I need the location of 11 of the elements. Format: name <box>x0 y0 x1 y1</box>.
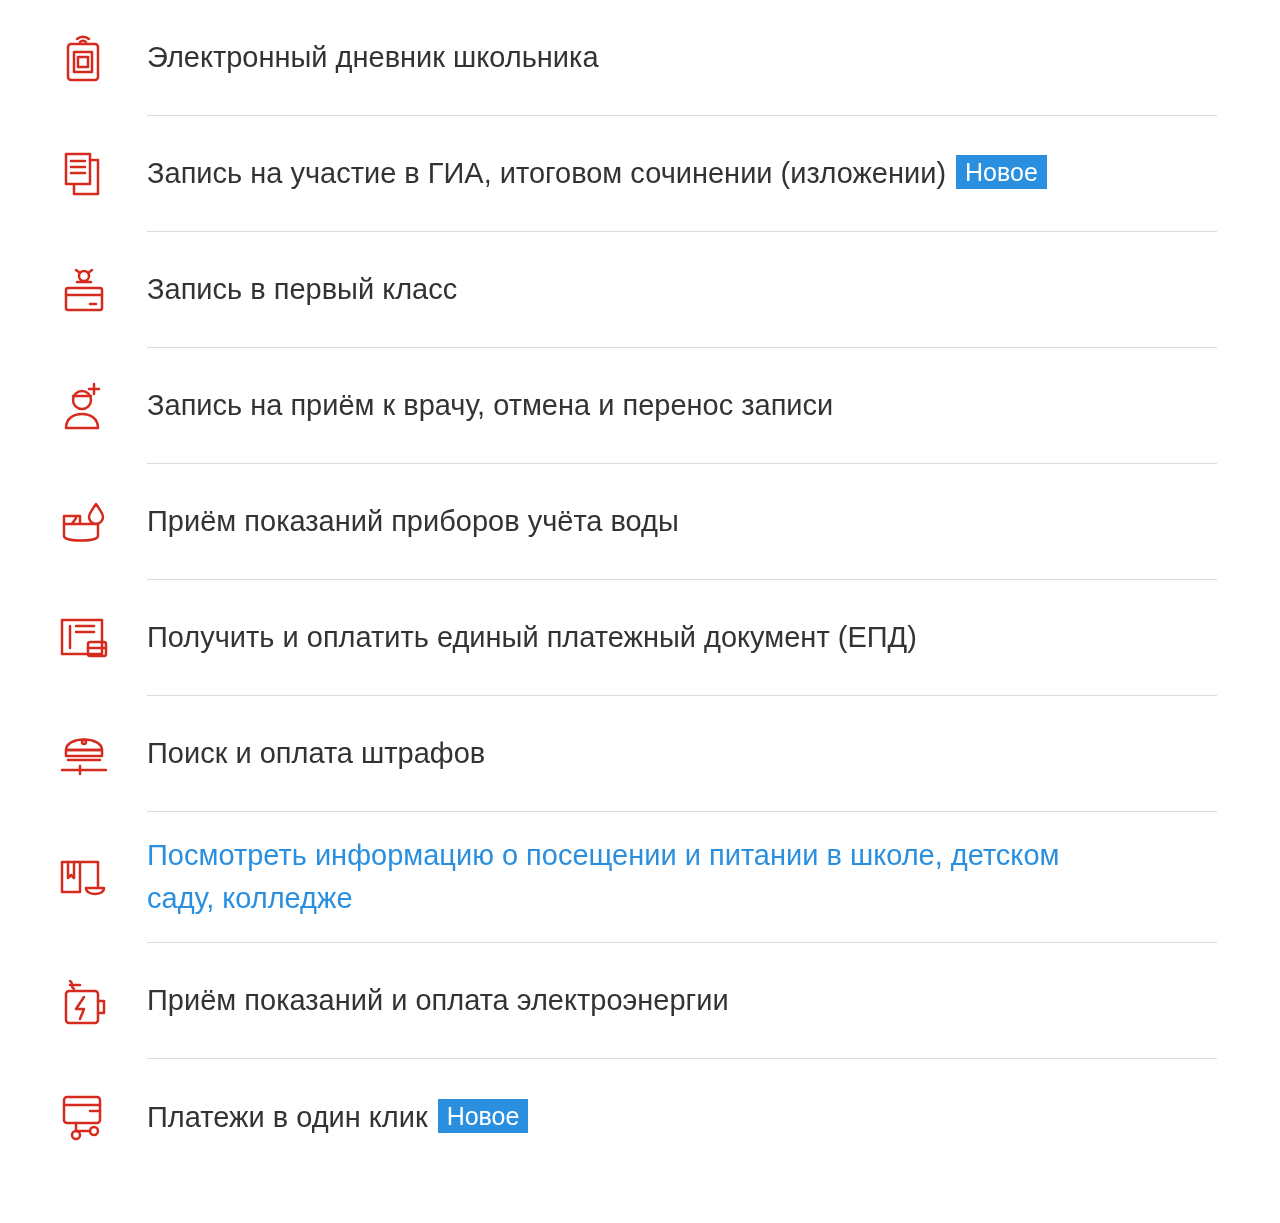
service-title[interactable]: Приём показаний и оплата электроэнергии <box>147 984 729 1016</box>
service-title[interactable]: Приём показаний приборов учёта воды <box>147 505 679 537</box>
new-badge: Новое <box>956 155 1047 189</box>
new-badge: Новое <box>437 1098 529 1133</box>
service-title[interactable]: Запись в первый класс <box>147 273 458 305</box>
service-title[interactable]: Платежи в один клик <box>147 1100 428 1133</box>
service-title[interactable]: Поиск и оплата штрафов <box>147 737 486 769</box>
service-title[interactable]: Получить и оплатить единый платежный документ (ЕПД) <box>147 621 917 653</box>
service-title[interactable]: Запись на участие в ГИА, итоговом сочинении (изложении) <box>147 157 947 189</box>
service-title[interactable]: Запись на приём к врачу, отмена и перенос записи <box>147 389 834 421</box>
service-title[interactable]: Электронный дневник школьника <box>147 41 599 73</box>
